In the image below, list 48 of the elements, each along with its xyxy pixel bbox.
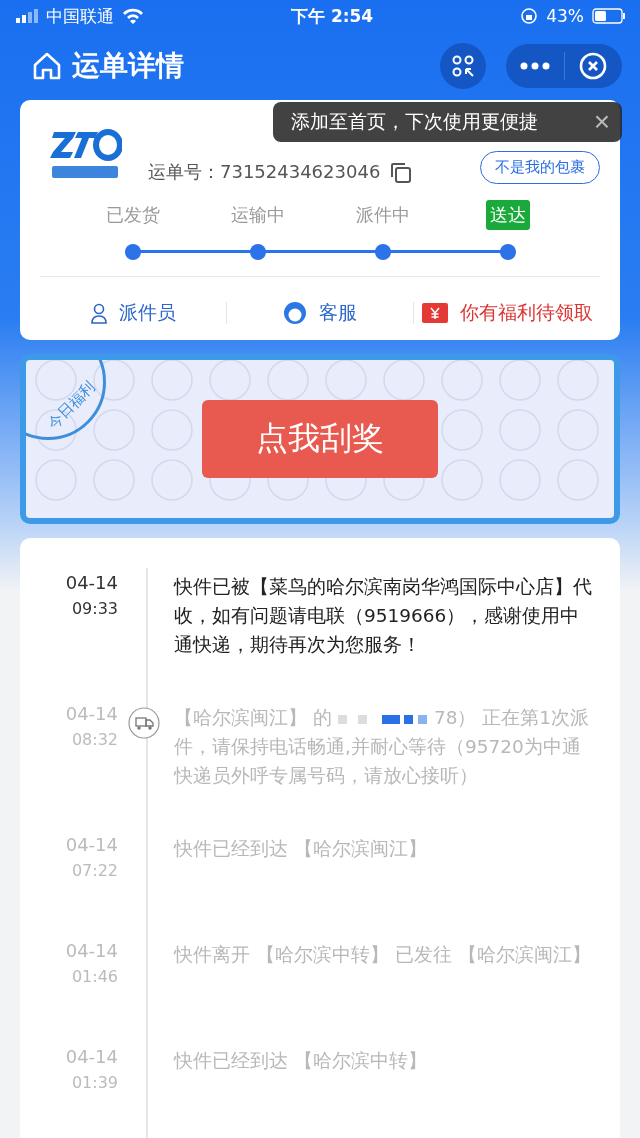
event-date: 04-14 (65, 1046, 118, 1067)
battery-percent: 43% (546, 6, 584, 26)
event-text: 【哈尔滨闽江】 的 78） 正在第1次派件，请保持电话畅通,并耐心等待（95720为中通快递员外呼专属号码，请放心接听） (174, 706, 591, 788)
rewards-link[interactable]: 你有福利待领取 (414, 299, 600, 327)
rotation-lock-icon (520, 7, 539, 25)
event-date: 04-14 (65, 940, 118, 961)
event-time: 07:22 (71, 861, 118, 880)
event-text: 快件已经到达 【哈尔滨闽江】 (174, 837, 428, 861)
event-date: 04-14 (65, 572, 118, 593)
courier-link[interactable]: 派件员 (40, 299, 226, 327)
coupon-icon (421, 303, 448, 323)
event-text: 快件已经到达 【哈尔滨中转】 (174, 1049, 428, 1073)
customer-service-link[interactable]: 客服 (227, 299, 413, 327)
not-my-package-button[interactable]: 不是我的包裹 (480, 151, 600, 184)
close-icon (579, 52, 608, 80)
truck-icon (128, 707, 160, 739)
event-text: 快件已被【菜鸟的哈尔滨南岗华鸿国际中心店】代收，如有问题请电联（9519666），感谢使用中通快递，期待再次为您服务！ (174, 575, 593, 657)
grid-icon (451, 54, 475, 78)
event-time: 01:46 (71, 967, 118, 986)
person-icon (90, 302, 107, 324)
step-dot (374, 244, 391, 260)
event-time: 01:39 (71, 1073, 118, 1092)
event-date: 04-14 (65, 834, 118, 855)
more-icon (519, 62, 550, 70)
scratch-button[interactable]: 点我刮奖 (202, 400, 438, 478)
step-label: 已发货 (104, 203, 161, 227)
scan-button[interactable] (440, 43, 486, 89)
copy-icon[interactable] (390, 162, 413, 184)
event-date: 04-14 (65, 703, 118, 724)
clock-time: 下午 2:54 (291, 4, 374, 28)
step-dot (499, 244, 516, 260)
event-time: 08:32 (71, 730, 118, 749)
step-dot (124, 244, 141, 260)
step-label: 送达 (485, 200, 530, 230)
signal-icon (16, 9, 38, 23)
tracking-number: 运单号：73152434623046 (148, 160, 381, 184)
step-dot (249, 244, 266, 260)
wifi-icon (122, 8, 144, 24)
event-text: 快件离开 【哈尔滨中转】 已发往 【哈尔滨闽江】 (174, 943, 592, 967)
step-label: 派件中 (354, 203, 411, 227)
home-icon[interactable] (32, 51, 62, 81)
event-time: 09:33 (71, 599, 118, 618)
carrier-name: 中国联通 (46, 4, 114, 28)
step-label: 运输中 (229, 203, 286, 227)
battery-icon (592, 8, 626, 24)
tooltip-text: 添加至首页，下次使用更便捷 (291, 109, 539, 134)
page-title: 运单详情 (72, 48, 185, 84)
tooltip-close-button[interactable]: × (593, 108, 610, 136)
